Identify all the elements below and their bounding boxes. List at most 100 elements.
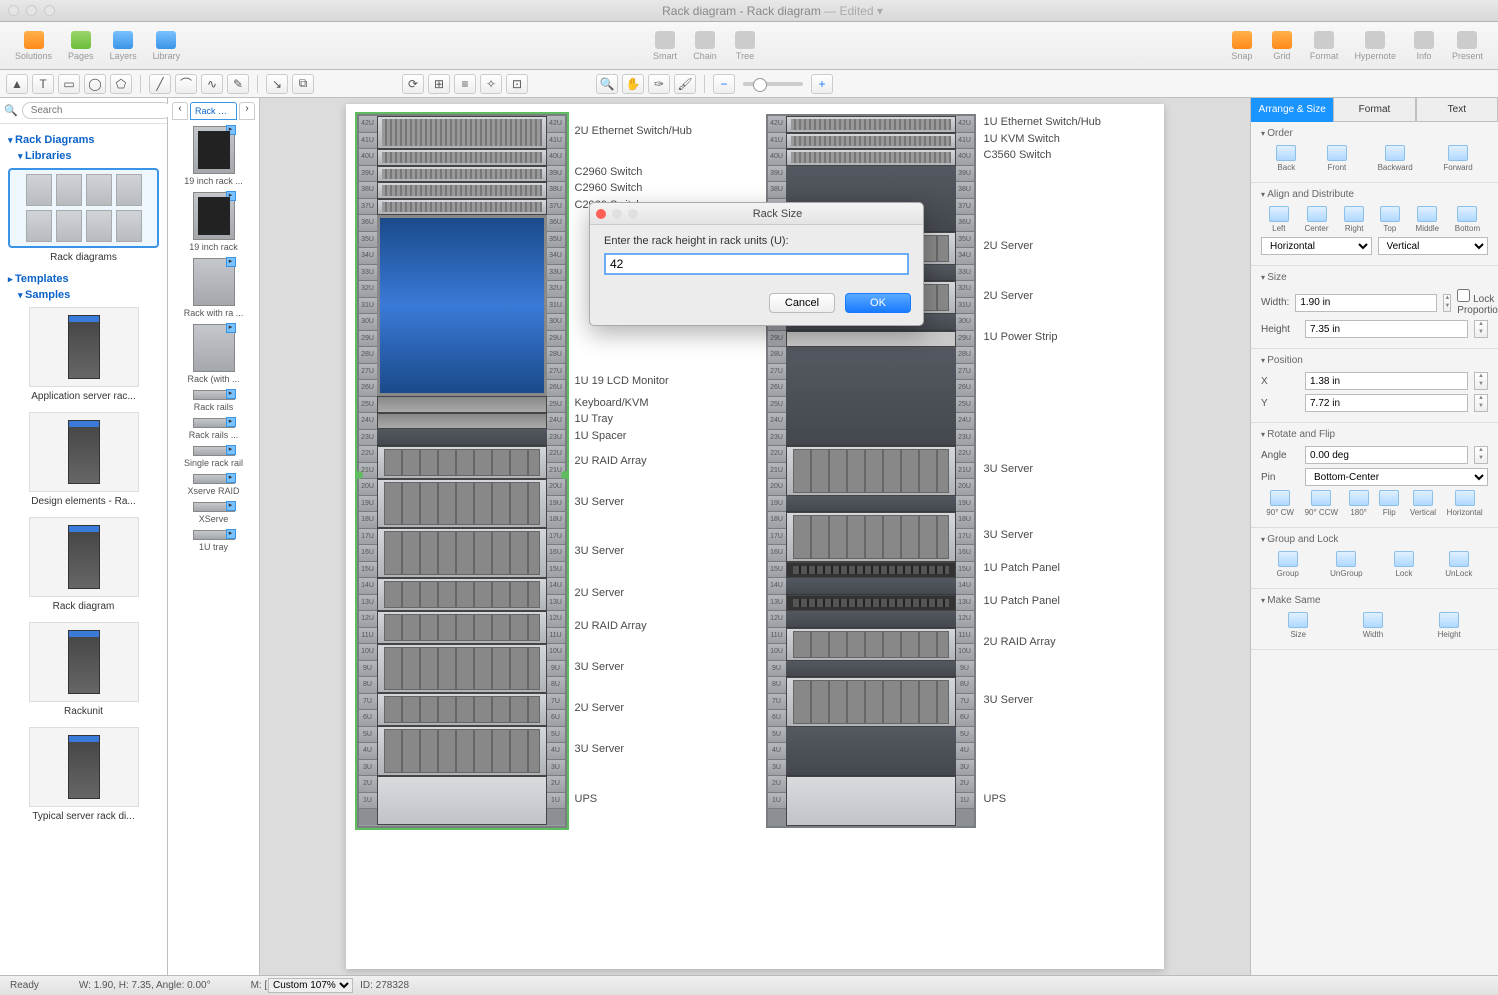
sample-thumb[interactable] <box>29 622 139 702</box>
expand-icon[interactable]: ▸ <box>226 191 236 201</box>
stamp-tool[interactable]: ⧉ <box>292 74 314 94</box>
device-3u-server[interactable] <box>786 446 956 496</box>
align-left-button[interactable]: Left <box>1269 206 1289 233</box>
align-right-button[interactable]: Right <box>1344 206 1364 233</box>
rotate-flip-button[interactable]: Flip <box>1379 490 1399 517</box>
device-1u-tray[interactable] <box>377 413 547 430</box>
shape-rack-with-ra-[interactable]: ▸ <box>193 258 235 306</box>
device-3u-server[interactable] <box>377 644 547 694</box>
connector-tool[interactable]: ↘ <box>266 74 288 94</box>
section-same[interactable]: Make Same <box>1261 595 1488 606</box>
device-2u-raid-array[interactable] <box>377 611 547 644</box>
device-ups[interactable] <box>377 776 547 826</box>
library-rack-diagrams[interactable] <box>8 168 159 248</box>
same-width-button[interactable]: Width <box>1363 612 1383 639</box>
device-empty[interactable] <box>786 347 956 446</box>
shape-1u-tray[interactable]: ▸ <box>193 530 235 540</box>
rect-tool[interactable]: ▭ <box>58 74 80 94</box>
layers-button[interactable]: Layers <box>103 28 144 64</box>
zoom-slider[interactable] <box>743 82 803 86</box>
rotate-90-ccw-button[interactable]: 90° CCW <box>1305 490 1338 517</box>
shape-single-rack-rail[interactable]: ▸ <box>193 446 235 456</box>
tree-rack-diagrams[interactable]: Rack Diagrams <box>8 134 159 146</box>
shape-rack-with-[interactable]: ▸ <box>193 324 235 372</box>
same-size-button[interactable]: Size <box>1288 612 1308 639</box>
group-unlock-button[interactable]: UnLock <box>1445 551 1472 578</box>
sample-thumb[interactable] <box>29 412 139 492</box>
pin-select[interactable]: Bottom-Center <box>1305 468 1488 486</box>
eyedropper-tool[interactable]: ✑ <box>648 74 670 94</box>
zoom-select[interactable]: Custom 107% <box>268 978 353 993</box>
align-bottom-button[interactable]: Bottom <box>1455 206 1480 233</box>
rotate-vertical-button[interactable]: Vertical <box>1410 490 1436 517</box>
poly-tool[interactable]: ⬠ <box>110 74 132 94</box>
device-empty[interactable] <box>786 611 956 628</box>
device-2u-raid-array[interactable] <box>786 628 956 661</box>
arc-tool[interactable]: ⌒ <box>175 74 197 94</box>
align-tool[interactable]: ≡ <box>454 74 476 94</box>
device-c2960-switch[interactable] <box>377 182 547 199</box>
line-tool[interactable]: ╱ <box>149 74 171 94</box>
tree-libraries[interactable]: Libraries <box>18 150 159 162</box>
group-group-button[interactable]: Group <box>1277 551 1299 578</box>
device-empty[interactable] <box>786 661 956 678</box>
edit-points-tool[interactable]: ✧ <box>480 74 502 94</box>
format-button[interactable]: Format <box>1303 28 1346 64</box>
tab-format[interactable]: Format <box>1333 98 1415 122</box>
sample-thumb[interactable] <box>29 727 139 807</box>
device-2u-ethernet-switch-hub[interactable] <box>377 116 547 149</box>
close-icon[interactable] <box>8 5 19 16</box>
snap-button[interactable]: Snap <box>1223 28 1261 64</box>
expand-icon[interactable]: ▸ <box>226 529 236 539</box>
device-1u-patch-panel[interactable] <box>786 595 956 612</box>
tree-templates[interactable]: Templates <box>8 273 159 285</box>
shape-tab-prev[interactable]: ‹ <box>172 102 188 120</box>
tab-arrange-size[interactable]: Arrange & Size <box>1251 98 1333 122</box>
hand-tool[interactable]: ✋ <box>622 74 644 94</box>
resize-handle-left[interactable] <box>355 471 363 479</box>
zoom-in-button[interactable]: + <box>811 74 833 94</box>
rotate-90-cw-button[interactable]: 90° CW <box>1266 490 1294 517</box>
expand-icon[interactable]: ▸ <box>226 323 236 333</box>
same-height-button[interactable]: Height <box>1438 612 1461 639</box>
rack-left[interactable]: 42U41U40U39U38U37U36U35U34U33U32U31U30U2… <box>357 114 567 828</box>
shape-rack-rails[interactable]: ▸ <box>193 390 235 400</box>
tree-button[interactable]: Tree <box>726 28 764 64</box>
device-switch[interactable] <box>377 149 547 166</box>
device-3u-server[interactable] <box>786 512 956 562</box>
rotate-horizontal-button[interactable]: Horizontal <box>1447 490 1483 517</box>
zoom-out-button[interactable]: − <box>713 74 735 94</box>
cancel-button[interactable]: Cancel <box>769 293 835 313</box>
align-center-button[interactable]: Center <box>1305 206 1329 233</box>
tab-text[interactable]: Text <box>1416 98 1498 122</box>
zoom-icon[interactable] <box>44 5 55 16</box>
pages-button[interactable]: Pages <box>61 28 101 64</box>
device-1u-power-strip[interactable] <box>786 331 956 348</box>
device-empty[interactable] <box>786 727 956 777</box>
align-h-select[interactable]: Horizontal <box>1261 237 1372 255</box>
device-3u-server[interactable] <box>786 677 956 727</box>
expand-icon[interactable]: ▸ <box>226 501 236 511</box>
expand-icon[interactable]: ▸ <box>226 389 236 399</box>
device-ups[interactable] <box>786 776 956 826</box>
device-empty[interactable] <box>786 578 956 595</box>
expand-icon[interactable]: ▸ <box>226 473 236 483</box>
minimize-icon[interactable] <box>26 5 37 16</box>
order-forward-button[interactable]: Forward <box>1443 145 1472 172</box>
expand-icon[interactable]: ▸ <box>226 125 236 135</box>
height-field[interactable] <box>1305 320 1468 338</box>
shape-19-inch-rack-[interactable]: ▸ <box>193 126 235 174</box>
device-1u-spacer[interactable] <box>377 429 547 446</box>
device-1u-ethernet-switch-hub[interactable] <box>786 116 956 133</box>
device-2u-server[interactable] <box>377 578 547 611</box>
section-rotate[interactable]: Rotate and Flip <box>1261 429 1488 440</box>
shape-rack-rails-[interactable]: ▸ <box>193 418 235 428</box>
device-1u-patch-panel[interactable] <box>786 562 956 579</box>
order-backward-button[interactable]: Backward <box>1378 145 1413 172</box>
ellipse-tool[interactable]: ◯ <box>84 74 106 94</box>
solutions-button[interactable]: Solutions <box>8 28 59 64</box>
device-1u-kvm-switch[interactable] <box>786 133 956 150</box>
x-field[interactable] <box>1305 372 1468 390</box>
group-tool[interactable]: ⊞ <box>428 74 450 94</box>
rotate-180--button[interactable]: 180° <box>1349 490 1369 517</box>
